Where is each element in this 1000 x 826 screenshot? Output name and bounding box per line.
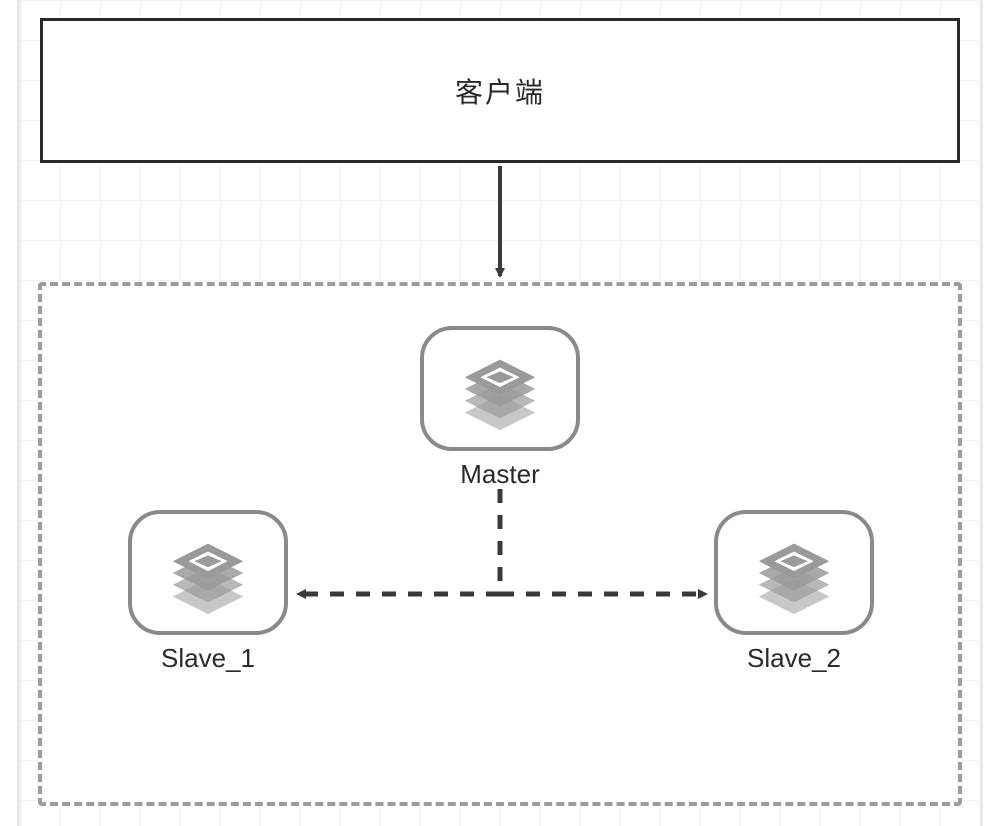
slave2-node-box xyxy=(714,510,874,635)
master-node-box xyxy=(420,326,580,451)
right-margin xyxy=(980,0,983,826)
slave2-node: Slave_2 xyxy=(714,510,874,674)
slave1-label: Slave_1 xyxy=(161,643,255,674)
database-stack-icon xyxy=(159,523,257,623)
client-label: 客户端 xyxy=(455,71,545,111)
database-stack-icon xyxy=(745,523,843,623)
left-margin xyxy=(17,0,20,826)
database-stack-icon xyxy=(451,339,549,439)
master-label: Master xyxy=(460,459,539,490)
slave2-label: Slave_2 xyxy=(747,643,841,674)
slave1-node: Slave_1 xyxy=(128,510,288,674)
master-node: Master xyxy=(420,326,580,490)
slave1-node-box xyxy=(128,510,288,635)
client-box: 客户端 xyxy=(40,18,960,163)
